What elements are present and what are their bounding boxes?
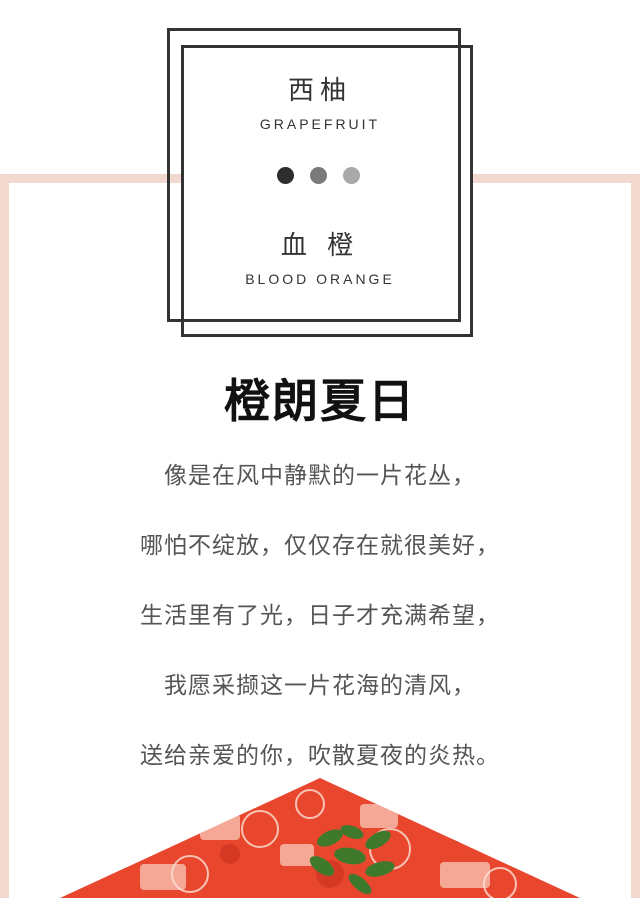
citrus-dessert-photo	[60, 778, 580, 898]
fruit-1-chinese: 西柚	[287, 76, 352, 106]
dot-dark	[277, 167, 294, 184]
poem: 像是在风中静默的一片花丛， 哪怕不绽放，仅仅存在就很美好， 生活里有了光，日子才…	[0, 456, 640, 806]
fruit-1-english: GRAPEFRUIT	[259, 116, 381, 132]
poem-line: 我愿采撷这一片花海的清风，	[164, 673, 476, 699]
dot-indicator	[277, 167, 367, 185]
poem-line: 哪怕不绽放，仅仅存在就很美好，	[140, 533, 500, 559]
fruit-2-english: BLOOD ORANGE	[245, 271, 395, 287]
poem-line: 像是在风中静默的一片花丛，	[164, 463, 476, 489]
poem-line: 生活里有了光，日子才充满希望，	[140, 603, 500, 629]
dot-light	[343, 167, 360, 184]
fruit-2-chinese: 血 橙	[280, 231, 360, 261]
dot-mid	[310, 167, 327, 184]
headline: 橙朗夏日	[224, 374, 416, 428]
